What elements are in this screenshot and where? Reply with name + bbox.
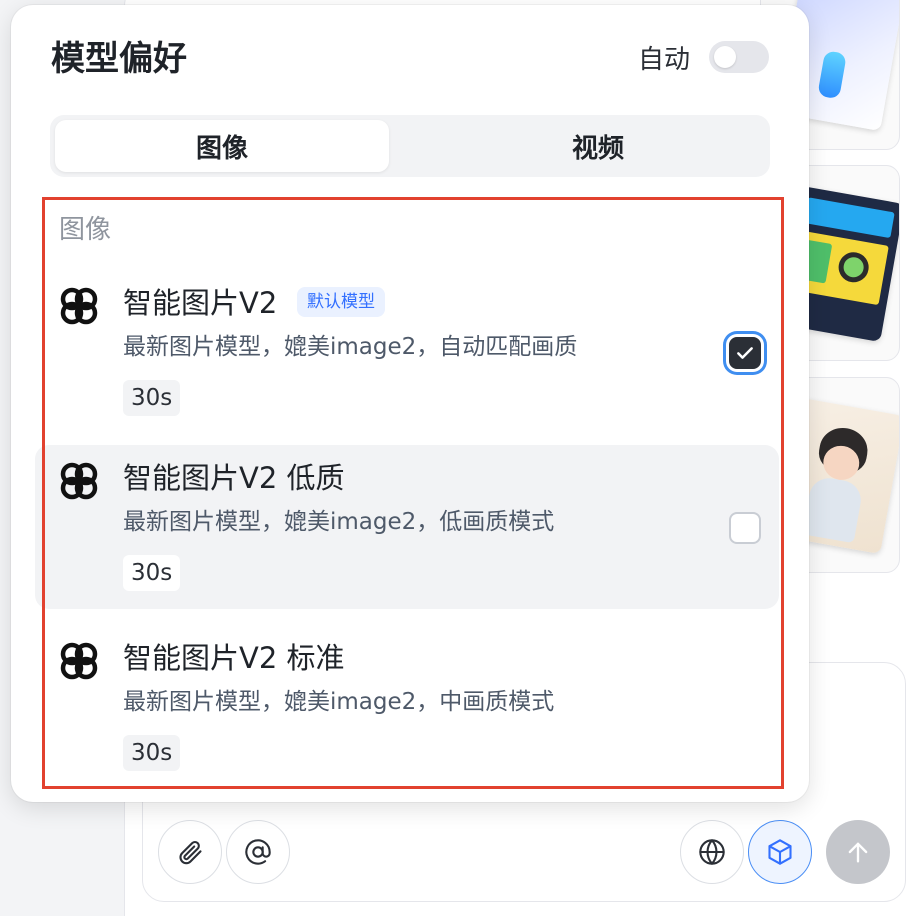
media-type-tabs: 图像 视频 [50, 115, 770, 177]
auto-label: 自动 [638, 45, 691, 75]
mention-button[interactable] [226, 820, 290, 884]
paperclip-icon [179, 840, 202, 865]
section-label: 图像 [59, 215, 112, 245]
send-button[interactable] [826, 820, 890, 884]
model-description: 最新图片模型，媲美image2，自动匹配画质 [123, 334, 578, 360]
web-search-button[interactable] [680, 820, 744, 884]
popover-title: 模型偏好 [51, 39, 187, 79]
model-description: 最新图片模型，媲美image2，中画质模式 [123, 689, 555, 715]
model-description: 最新图片模型，媲美image2，低画质模式 [123, 509, 555, 535]
tab-image[interactable]: 图像 [55, 120, 389, 172]
model-time-tag: 30s [123, 380, 181, 416]
model-name: 智能图片V2 标准 [123, 641, 345, 675]
model-logo-icon [60, 462, 98, 500]
tab-video[interactable]: 视频 [431, 120, 765, 172]
model-name: 智能图片V2 低质 [123, 461, 345, 495]
toggle-knob [714, 46, 736, 68]
model-preference-button[interactable] [748, 820, 812, 884]
model-option[interactable]: 智能图片V2 标准 最新图片模型，媲美image2，中画质模式 30s [35, 625, 779, 789]
model-time-tag: 30s [123, 735, 181, 771]
model-logo-icon [60, 642, 98, 680]
model-checkbox[interactable] [729, 337, 761, 369]
arrow-up-icon [848, 842, 868, 863]
default-model-badge: 默认模型 [297, 287, 385, 317]
model-option[interactable]: 智能图片V2 默认模型 最新图片模型，媲美image2，自动匹配画质 30s [35, 270, 779, 434]
model-preference-popover: 模型偏好 自动 图像 视频 图像 智能图片V2 默认模型 最新图片模型，媲美im… [11, 5, 809, 802]
checkmark-icon [737, 347, 753, 359]
attach-button[interactable] [158, 820, 222, 884]
model-checkbox[interactable] [729, 512, 761, 544]
model-name: 智能图片V2 [123, 286, 278, 320]
model-logo-icon [60, 287, 98, 325]
model-option[interactable]: 智能图片V2 低质 最新图片模型，媲美image2，低画质模式 30s [35, 445, 779, 609]
cube-icon [768, 839, 792, 865]
globe-icon [699, 839, 725, 865]
auto-toggle[interactable] [709, 41, 769, 73]
model-time-tag: 30s [123, 555, 181, 591]
at-sign-icon [245, 839, 271, 865]
